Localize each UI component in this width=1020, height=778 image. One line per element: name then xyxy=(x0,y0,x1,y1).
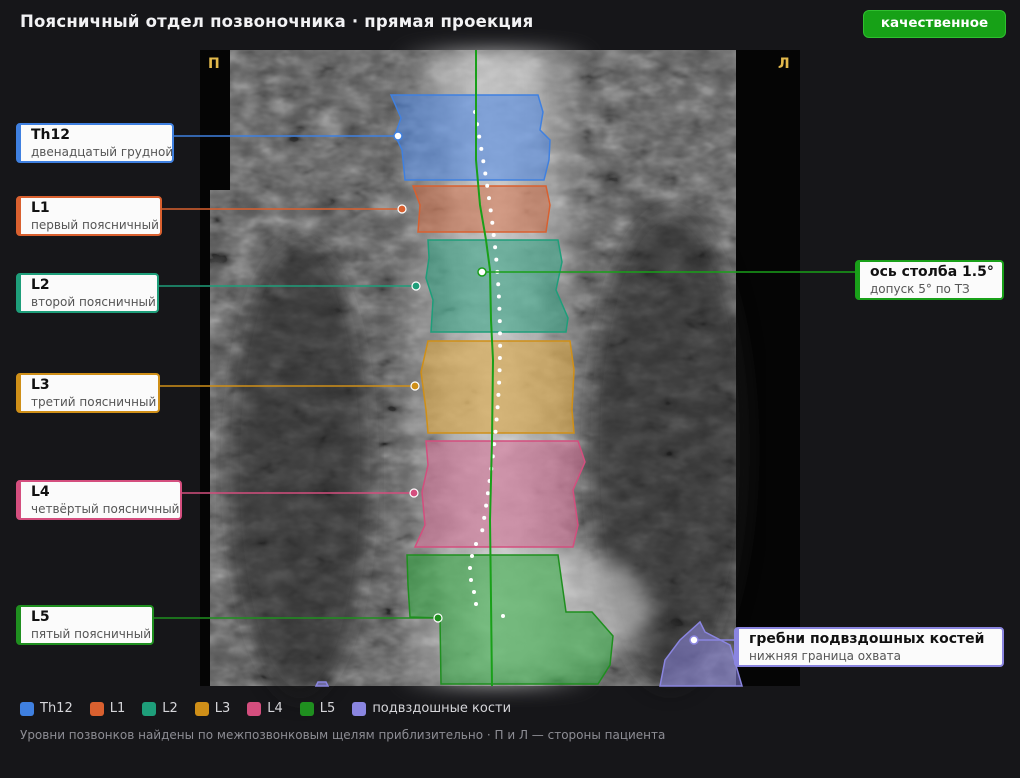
trace-dot xyxy=(498,331,502,336)
callout-l4-name: L4 xyxy=(31,484,50,500)
trace-dot xyxy=(495,405,500,410)
legend-swatch xyxy=(20,701,34,716)
trace-dot xyxy=(497,319,502,324)
legend-swatch xyxy=(194,701,209,716)
trace-dot xyxy=(468,566,472,570)
callout-l5[interactable]: L5 пятый поясничный xyxy=(16,605,154,645)
callout-th12-sub: двенадцатый грудной xyxy=(31,145,174,159)
legend-item-l4[interactable]: L4 xyxy=(247,701,283,716)
trace-dot xyxy=(496,294,501,299)
callout-ilium-title: гребни подвздошных костей xyxy=(749,631,985,647)
mask-th12[interactable] xyxy=(389,94,551,181)
trace-dot xyxy=(485,183,490,188)
callout-axis-title: ось столба 1.5° xyxy=(870,264,994,280)
callout-axis-sub: допуск 5° по ТЗ xyxy=(870,282,970,296)
callout-l2[interactable]: L2 второй поясничный xyxy=(16,273,159,313)
legend-item-l3[interactable]: L3 xyxy=(194,701,231,716)
trace-dot xyxy=(497,368,502,373)
trace-dot xyxy=(480,528,485,533)
trace-dot xyxy=(474,542,478,546)
legend-label: Th12 xyxy=(40,701,73,716)
callout-th12[interactable]: Th12 двенадцатый грудной xyxy=(16,123,174,163)
trace-dot xyxy=(496,392,501,397)
callout-l3[interactable]: L3 третий поясничный xyxy=(16,373,160,413)
trace-dot xyxy=(479,146,484,151)
callout-l4[interactable]: L4 четвёртый поясничный xyxy=(16,480,182,520)
callout-l1-sub: первый поясничный xyxy=(31,218,159,232)
legend-label: L4 xyxy=(267,701,283,716)
callout-l5-sub: пятый поясничный xyxy=(31,627,151,641)
trace-dot xyxy=(497,380,502,385)
legend-item-l5[interactable]: L5 xyxy=(299,701,336,716)
trace-dot xyxy=(487,196,491,201)
trace-dot xyxy=(490,220,495,225)
legend-label: L1 xyxy=(109,701,126,716)
trace-dot xyxy=(483,171,488,176)
footnote: Уровни позвонков найдены по межпозвонков… xyxy=(20,728,666,742)
callout-l2-sub: второй поясничный xyxy=(31,295,156,309)
trace-dot xyxy=(472,590,476,594)
callout-l5-name: L5 xyxy=(31,609,50,625)
trace-dot xyxy=(497,356,502,360)
trace-dot xyxy=(481,159,486,164)
callout-ilium-sub: нижняя граница охвата xyxy=(749,649,902,663)
legend-item-l2[interactable]: L2 xyxy=(142,701,178,716)
trace-dot xyxy=(501,614,505,618)
callout-l3-name: L3 xyxy=(31,377,50,393)
trace-dot xyxy=(485,491,490,496)
legend-label: подвздошные кости xyxy=(372,701,512,716)
trace-dot xyxy=(493,429,498,434)
legend: Th12 L1 L2 L3 L4 L5 подвздошные кости xyxy=(20,701,528,716)
legend-label: L2 xyxy=(162,701,178,716)
mask-ilium-left[interactable] xyxy=(314,681,330,687)
legend-label: L5 xyxy=(319,701,336,716)
callout-l3-sub: третий поясничный xyxy=(31,395,157,409)
mask-l4[interactable] xyxy=(413,440,586,548)
callout-axis[interactable]: ось столба 1.5° допуск 5° по ТЗ xyxy=(855,260,1004,300)
legend-item-l1[interactable]: L1 xyxy=(89,701,126,716)
trace-dot xyxy=(474,602,478,606)
legend-swatch xyxy=(352,701,367,716)
callout-l2-name: L2 xyxy=(31,277,50,293)
trace-dot xyxy=(494,257,499,262)
callout-ilium[interactable]: гребни подвздошных костей нижняя граница… xyxy=(734,627,1004,667)
legend-swatch xyxy=(299,701,314,716)
legend-label: L3 xyxy=(214,701,231,716)
trace-dot xyxy=(498,343,503,348)
trace-dot xyxy=(477,134,482,139)
trace-dot xyxy=(497,306,502,311)
mask-l2[interactable] xyxy=(425,239,569,333)
trace-dot xyxy=(496,282,501,287)
legend-swatch xyxy=(247,701,262,716)
callout-l4-sub: четвёртый поясничный xyxy=(31,502,180,516)
trace-dot xyxy=(488,208,493,213)
trace-dot xyxy=(493,245,498,250)
legend-item-th12[interactable]: Th12 xyxy=(20,701,73,716)
legend-swatch xyxy=(89,701,104,716)
callout-th12-name: Th12 xyxy=(31,127,70,143)
legend-item-ilium[interactable]: подвздошные кости xyxy=(352,701,511,716)
trace-dot xyxy=(469,578,473,582)
orientation-left-label: Л xyxy=(778,56,790,72)
trace-dot xyxy=(484,503,489,508)
legend-swatch xyxy=(142,701,157,716)
orientation-right-label: П xyxy=(208,56,220,72)
callout-l1-name: L1 xyxy=(31,200,50,216)
trace-dot xyxy=(491,233,496,237)
trace-dot xyxy=(494,417,499,422)
trace-dot xyxy=(470,554,474,558)
callout-l1[interactable]: L1 первый поясничный xyxy=(16,196,162,236)
trace-dot xyxy=(482,515,487,520)
